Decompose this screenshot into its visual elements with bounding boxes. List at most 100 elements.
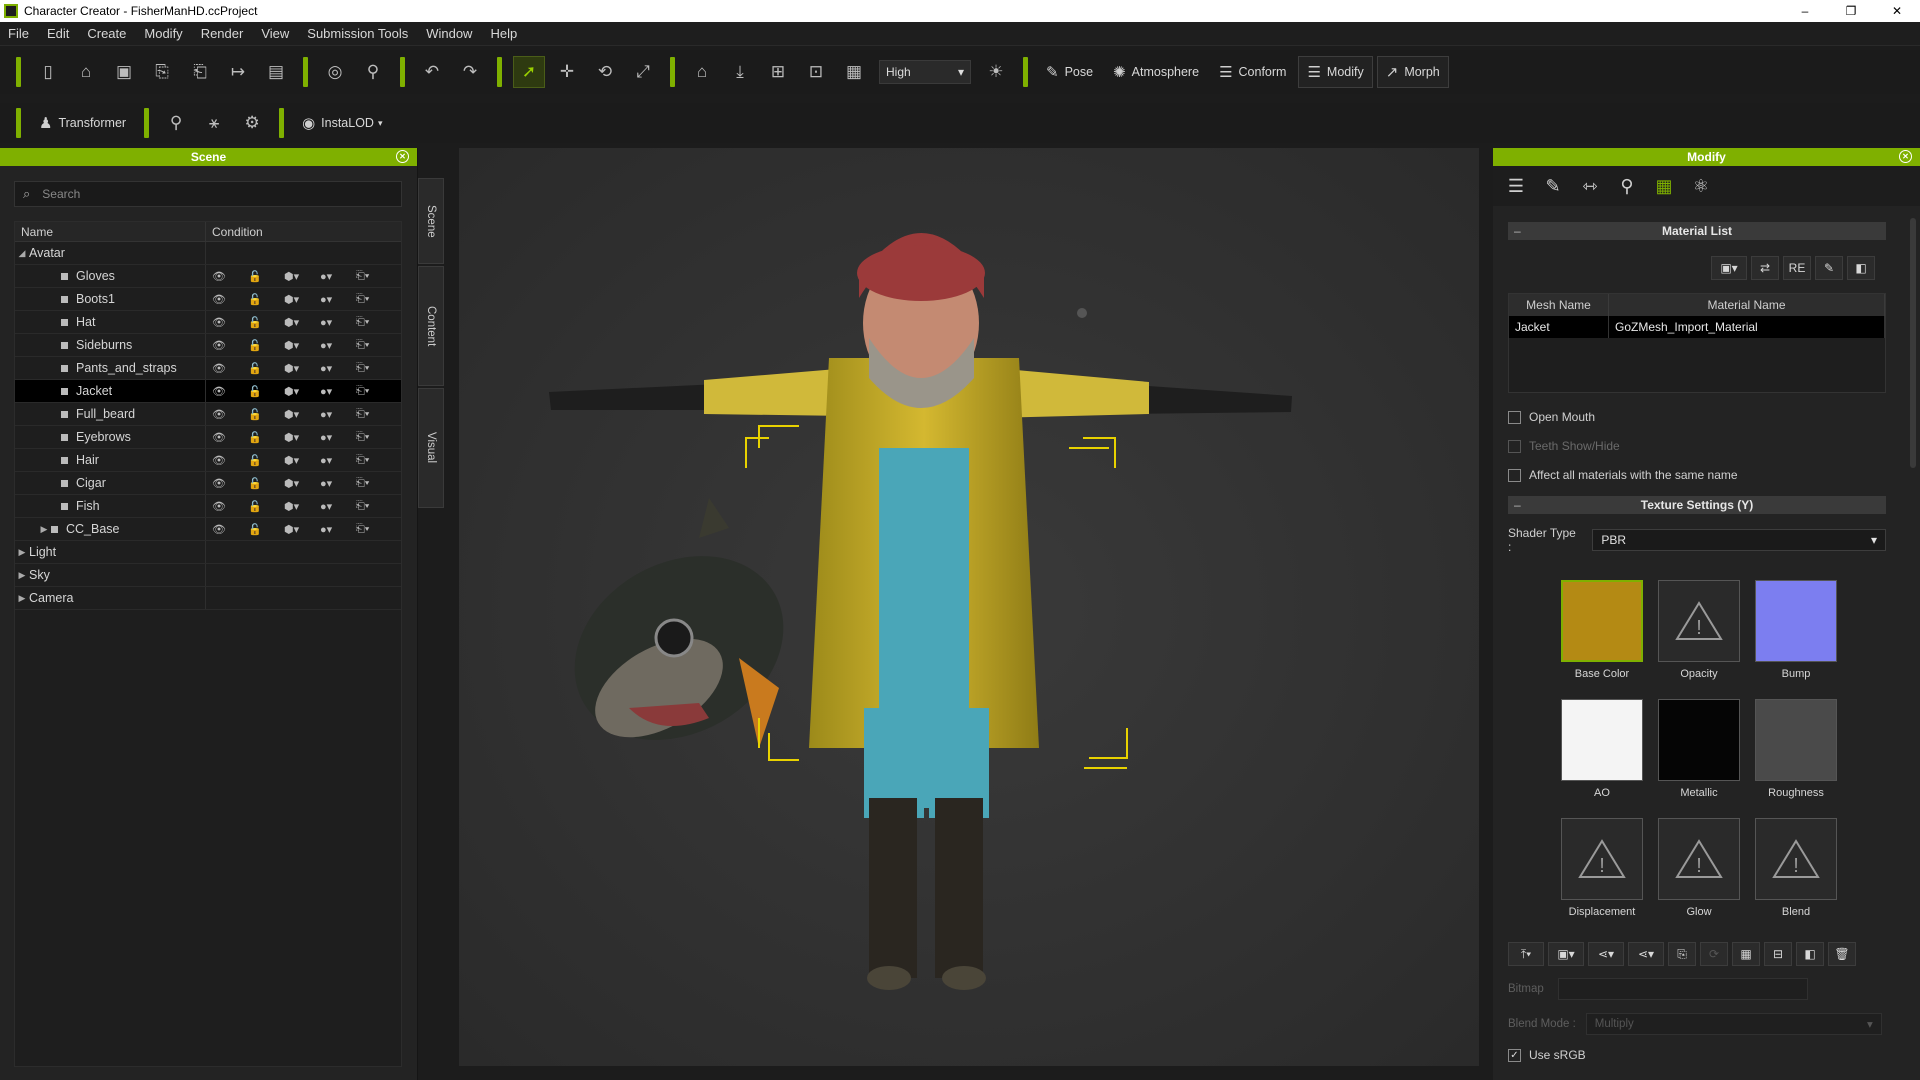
3d-viewport[interactable]: [459, 148, 1479, 1066]
shading-icon[interactable]: ⬢▾: [284, 316, 320, 329]
lock-icon[interactable]: 🔓: [248, 316, 284, 329]
tree-row-item[interactable]: Fish 👁 🔓 ⬢▾ ●▾ ⎗▾: [15, 495, 401, 518]
shading-icon[interactable]: ⬢▾: [284, 523, 320, 536]
light-bulb-icon[interactable]: ●▾: [320, 362, 356, 375]
texture-glow[interactable]: ! Glow: [1658, 818, 1740, 918]
save-texture-icon[interactable]: ▣▾: [1548, 942, 1584, 966]
checker-icon[interactable]: ◧: [1847, 256, 1875, 280]
light-bulb-icon[interactable]: ●▾: [320, 431, 356, 444]
light-bulb-icon[interactable]: ●▾: [320, 293, 356, 306]
lock-icon[interactable]: 🔓: [248, 293, 284, 306]
tree-row-sky[interactable]: ▶ Sky: [15, 564, 401, 587]
light-bulb-icon[interactable]: ●▾: [320, 500, 356, 513]
visibility-eye-icon[interactable]: 👁: [212, 523, 248, 536]
menu-create[interactable]: Create: [87, 26, 126, 41]
open-mouth-checkbox[interactable]: Open Mouth: [1508, 410, 1595, 424]
export-icon[interactable]: ⎗▾: [356, 431, 392, 444]
light-bulb-icon[interactable]: ●▾: [320, 270, 356, 283]
export-icon[interactable]: ⎗▾: [356, 270, 392, 283]
lock-icon[interactable]: 🔓: [248, 431, 284, 444]
select-arrow-icon[interactable]: ➚: [513, 56, 545, 88]
trash-icon[interactable]: 🗑: [1828, 942, 1856, 966]
texture-settings-section[interactable]: – Texture Settings (Y): [1508, 496, 1886, 514]
tree-row-item[interactable]: Full_beard 👁 🔓 ⬢▾ ●▾ ⎗▾: [15, 403, 401, 426]
tree-row-item[interactable]: Gloves 👁 🔓 ⬢▾ ●▾ ⎗▾: [15, 265, 401, 288]
shading-icon[interactable]: ⬢▾: [284, 454, 320, 467]
export-icon[interactable]: ⎗▾: [356, 385, 392, 398]
visibility-eye-icon[interactable]: 👁: [212, 362, 248, 375]
tab-scene[interactable]: Scene: [418, 178, 444, 264]
visibility-eye-icon[interactable]: 👁: [212, 408, 248, 421]
rotate-icon[interactable]: ⟲: [589, 56, 621, 88]
visibility-eye-icon[interactable]: 👁: [212, 431, 248, 444]
lock-icon[interactable]: 🔓: [248, 339, 284, 352]
shading-icon[interactable]: ⬢▾: [284, 385, 320, 398]
lock-icon[interactable]: 🔓: [248, 477, 284, 490]
morph-tab-icon[interactable]: ⇿: [1573, 169, 1607, 203]
swap-material-icon[interactable]: ⇄: [1751, 256, 1779, 280]
morph-button[interactable]: ↗ Morph: [1376, 56, 1449, 88]
brush-icon[interactable]: ⚹: [198, 107, 230, 139]
share-icon[interactable]: ⋖▾: [1588, 942, 1624, 966]
lighting-sun-icon[interactable]: ☀: [980, 56, 1012, 88]
lock-icon[interactable]: 🔓: [248, 270, 284, 283]
menu-edit[interactable]: Edit: [47, 26, 69, 41]
eyedropper-icon[interactable]: ✎: [1815, 256, 1843, 280]
shading-icon[interactable]: ⬢▾: [284, 270, 320, 283]
shading-icon[interactable]: ⬢▾: [284, 339, 320, 352]
material-row[interactable]: Jacket GoZMesh_Import_Material: [1509, 316, 1885, 338]
texture-roughness[interactable]: Roughness: [1755, 699, 1837, 799]
fit-view-icon[interactable]: ⊞: [762, 56, 794, 88]
tree-row-light[interactable]: ▶ Light: [15, 541, 401, 564]
lock-icon[interactable]: 🔓: [248, 523, 284, 536]
close-icon[interactable]: ✕: [396, 150, 409, 163]
sculpt-icon[interactable]: ⚲: [160, 107, 192, 139]
visibility-eye-icon[interactable]: 👁: [212, 385, 248, 398]
use-srgb-checkbox[interactable]: ✓ Use sRGB: [1508, 1048, 1586, 1062]
expand-triangle-icon[interactable]: ▶: [37, 524, 51, 535]
copy-icon[interactable]: ⎘: [1668, 942, 1696, 966]
shading-icon[interactable]: ⬢▾: [284, 477, 320, 490]
save-material-icon[interactable]: ▣▾: [1711, 256, 1747, 280]
tree-row-camera[interactable]: ▶ Camera: [15, 587, 401, 610]
expand-triangle-icon[interactable]: ◢: [15, 248, 29, 259]
menu-modify[interactable]: Modify: [144, 26, 182, 41]
texture-opacity[interactable]: ! Opacity: [1658, 580, 1740, 680]
export-icon[interactable]: ⎗▾: [356, 339, 392, 352]
lock-icon[interactable]: 🔓: [248, 362, 284, 375]
material-tab-icon[interactable]: ▦: [1647, 169, 1681, 203]
export-icon[interactable]: ⎗▾: [356, 408, 392, 421]
tree-row-item[interactable]: Hat 👁 🔓 ⬢▾ ●▾ ⎗▾: [15, 311, 401, 334]
light-bulb-icon[interactable]: ●▾: [320, 454, 356, 467]
texture-ao[interactable]: AO: [1561, 699, 1643, 799]
lock-icon[interactable]: 🔓: [248, 408, 284, 421]
shading-icon[interactable]: ⬢▾: [284, 431, 320, 444]
tree-row-item[interactable]: ▶ CC_Base 👁 🔓 ⬢▾ ●▾ ⎗▾: [15, 518, 401, 541]
menu-help[interactable]: Help: [490, 26, 517, 41]
expand-triangle-icon[interactable]: ▶: [15, 570, 29, 581]
visibility-eye-icon[interactable]: 👁: [212, 500, 248, 513]
checker-icon[interactable]: ◧: [1796, 942, 1824, 966]
open-folder-icon[interactable]: ⌂: [70, 56, 102, 88]
texture-base-color[interactable]: Base Color: [1561, 580, 1643, 680]
scale-icon[interactable]: ⤢: [627, 56, 659, 88]
tab-content[interactable]: Content: [418, 266, 444, 386]
visibility-eye-icon[interactable]: 👁: [212, 339, 248, 352]
send-icon[interactable]: ↦: [222, 56, 254, 88]
expand-triangle-icon[interactable]: ▶: [15, 547, 29, 558]
transformer-button[interactable]: ♟ Transformer: [31, 107, 134, 139]
focus-icon[interactable]: ⊡: [800, 56, 832, 88]
light-bulb-icon[interactable]: ●▾: [320, 385, 356, 398]
light-bulb-icon[interactable]: ●▾: [320, 339, 356, 352]
character-pose-icon[interactable]: ⚲: [357, 56, 389, 88]
export-icon[interactable]: ⎗▾: [356, 523, 392, 536]
export-icon[interactable]: ⎗▾: [356, 454, 392, 467]
shading-icon[interactable]: ⬢▾: [284, 362, 320, 375]
visibility-eye-icon[interactable]: 👁: [212, 293, 248, 306]
load-texture-icon[interactable]: ⤒▾: [1508, 942, 1544, 966]
render-preview-icon[interactable]: ▤: [260, 56, 292, 88]
mesh-tools-icon[interactable]: ⚙: [236, 107, 268, 139]
export-icon[interactable]: ⎗▾: [356, 316, 392, 329]
material-list-section[interactable]: – Material List: [1508, 222, 1886, 240]
motion-tab-icon[interactable]: ⚲: [1610, 169, 1644, 203]
